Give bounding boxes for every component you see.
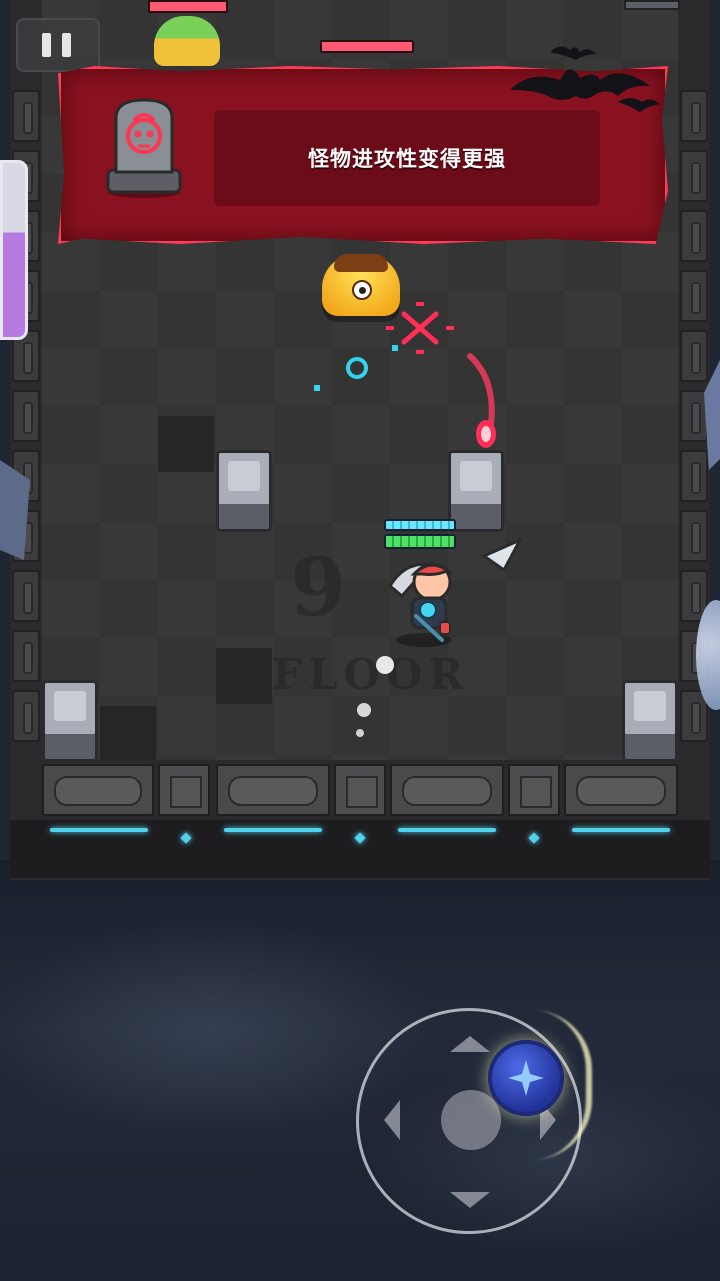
bats-icon [500, 40, 670, 120]
pellet-icon [357, 703, 371, 717]
arrow-down-icon [450, 1192, 490, 1208]
player-shield-bar [384, 519, 456, 531]
floor-label: FLOOR [272, 650, 470, 699]
slime-enemy-icon [154, 16, 220, 66]
fog-background [0, 860, 720, 1281]
arrow-up-icon [450, 1036, 490, 1052]
floor-tile [100, 706, 156, 762]
spark-icon [392, 345, 398, 351]
pellet-icon [356, 729, 364, 737]
spark-icon [314, 385, 320, 391]
enemy-health-bar [148, 0, 228, 13]
pellet-icon [376, 656, 394, 674]
aim-direction-arrow-icon [480, 536, 524, 574]
floor-tile [216, 648, 272, 704]
stone-pillar [448, 450, 504, 534]
left-wall [10, 0, 42, 760]
floor-tile [158, 416, 214, 472]
enemy-health-bar [320, 40, 414, 53]
tombstone-skull-icon [104, 96, 184, 198]
stone-pillar [622, 680, 678, 764]
banner-message: 怪物进攻性变得更强 [308, 147, 506, 171]
bottom-wall [10, 760, 710, 880]
floor-number: 9 [290, 540, 350, 634]
player-health-bar [384, 534, 456, 549]
player-character [382, 556, 462, 648]
stone-pillar [216, 450, 272, 534]
stone-pillar [42, 680, 98, 764]
arrow-left-icon [384, 1100, 400, 1140]
ring-effect-icon [346, 357, 368, 379]
potion-bottle-icon [0, 160, 28, 340]
pause-button[interactable] [16, 18, 100, 72]
stone-pillar [624, 0, 680, 10]
fireball-projectile-icon [464, 352, 504, 452]
